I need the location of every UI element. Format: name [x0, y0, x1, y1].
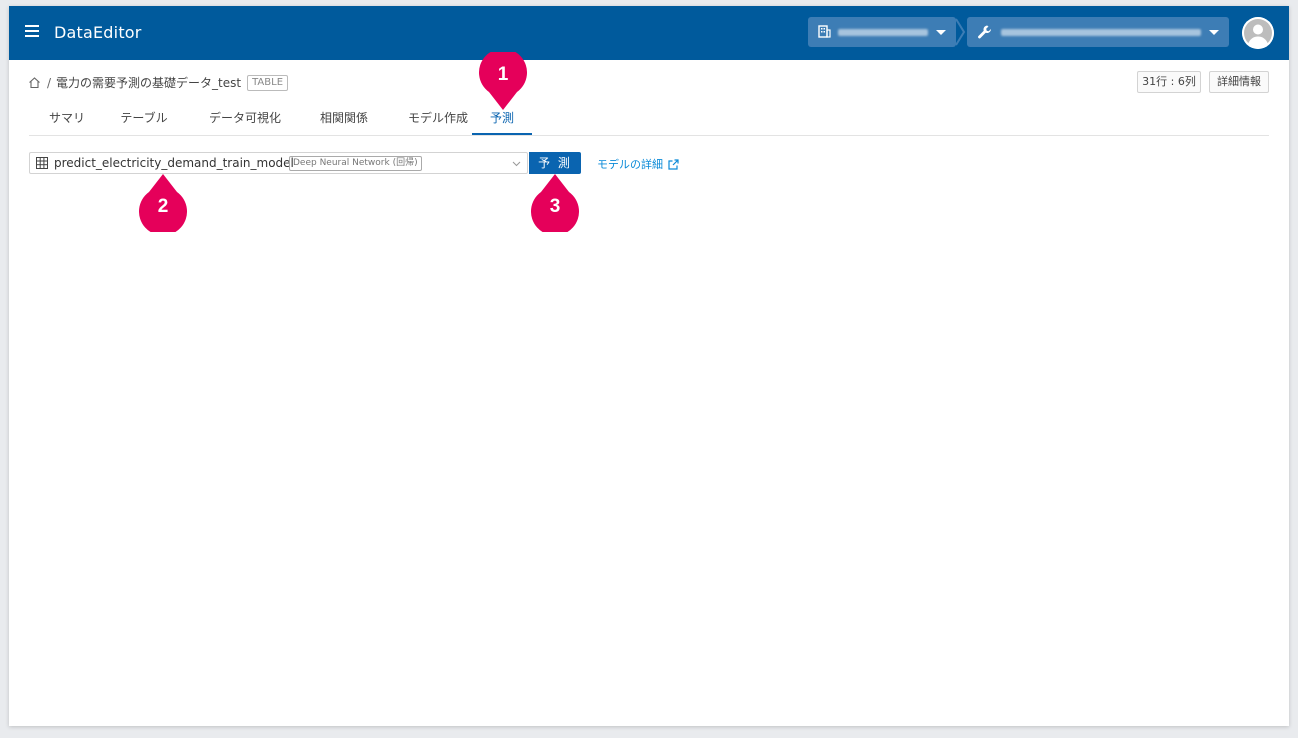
detail-info-button[interactable]: 詳細情報 — [1209, 71, 1269, 93]
table-icon — [36, 157, 48, 169]
model-select-dropdown[interactable]: predict_electricity_demand_train_model D… — [29, 152, 528, 174]
model-detail-link-label: モデルの詳細 — [597, 158, 663, 171]
callout-marker-3: 3 — [531, 172, 579, 232]
tab-correlation[interactable]: 相関関係 — [303, 104, 385, 135]
tab-data-visualization[interactable]: データ可視化 — [195, 104, 295, 135]
top-bar: DataEditor — [9, 6, 1289, 60]
home-icon[interactable] — [28, 76, 41, 89]
wrench-icon — [978, 25, 992, 39]
model-type-badge: Deep Neural Network (回帰) — [289, 156, 422, 171]
caret-down-icon — [1209, 30, 1219, 35]
callout-marker-1: 1 — [479, 48, 527, 112]
breadcrumb-separator: / — [47, 75, 52, 90]
callout-number: 3 — [549, 196, 561, 217]
app-title: DataEditor — [54, 23, 142, 42]
callout-number: 2 — [157, 196, 169, 217]
app-window: DataEditor / 電力の需要予測の基礎データ_test TABLE 31… — [9, 6, 1289, 726]
external-link-icon — [668, 158, 679, 170]
blurred-project-name — [1001, 29, 1201, 36]
breadcrumb: / 電力の需要予測の基礎データ_test TABLE — [28, 74, 289, 91]
blurred-organization-name — [838, 29, 928, 36]
project-selector[interactable] — [967, 17, 1229, 47]
tab-summary[interactable]: サマリ — [29, 104, 105, 135]
caret-down-icon — [936, 30, 946, 35]
chevron-down-icon — [512, 161, 521, 167]
chevron-right-icon — [955, 18, 966, 46]
predict-button[interactable]: 予 測 — [529, 152, 581, 174]
dataset-name: 電力の需要予測の基礎データ_test — [56, 76, 242, 90]
callout-marker-2: 2 — [139, 172, 187, 232]
tab-model-creation[interactable]: モデル作成 — [393, 104, 483, 135]
tab-bar: サマリ テーブル データ可視化 相関関係 モデル作成 予測 — [29, 104, 1269, 136]
selected-model-name: predict_electricity_demand_train_model — [54, 156, 294, 170]
tab-table[interactable]: テーブル — [105, 104, 183, 135]
organization-selector[interactable] — [808, 17, 956, 47]
callout-number: 1 — [497, 64, 509, 85]
building-icon — [818, 25, 831, 38]
user-avatar[interactable] — [1242, 17, 1274, 49]
row-column-count-badge: 31行 : 6列 — [1137, 71, 1201, 93]
user-icon — [1242, 17, 1274, 49]
hamburger-menu-icon[interactable] — [25, 25, 39, 39]
dataset-type-tag: TABLE — [247, 74, 289, 91]
model-detail-link[interactable]: モデルの詳細 — [597, 156, 679, 172]
